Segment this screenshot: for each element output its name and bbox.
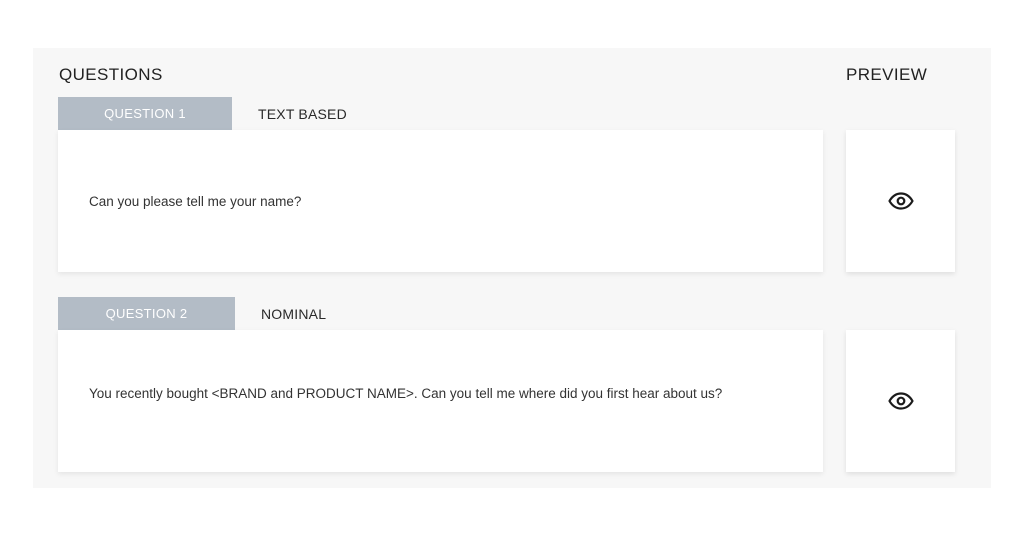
questions-panel: QUESTIONS PREVIEW QUESTION 1 TEXT BASED …	[33, 48, 991, 488]
question-2-type: NOMINAL	[261, 306, 327, 322]
preview-heading: PREVIEW	[846, 65, 928, 84]
question-2-text: You recently bought <BRAND and PRODUCT N…	[89, 386, 723, 401]
question-1-type: TEXT BASED	[258, 106, 347, 122]
question-1-preview-button[interactable]	[846, 130, 955, 272]
question-2-card[interactable]: You recently bought <BRAND and PRODUCT N…	[58, 330, 823, 472]
questions-heading: QUESTIONS	[59, 65, 163, 84]
question-2-tab[interactable]: QUESTION 2	[58, 297, 235, 330]
question-1-text: Can you please tell me your name?	[89, 194, 302, 209]
question-1-tab[interactable]: QUESTION 1	[58, 97, 232, 130]
eye-icon	[887, 192, 914, 210]
question-2-preview-button[interactable]	[846, 330, 955, 472]
eye-icon	[887, 392, 914, 410]
question-1-card[interactable]: Can you please tell me your name?	[58, 130, 823, 272]
